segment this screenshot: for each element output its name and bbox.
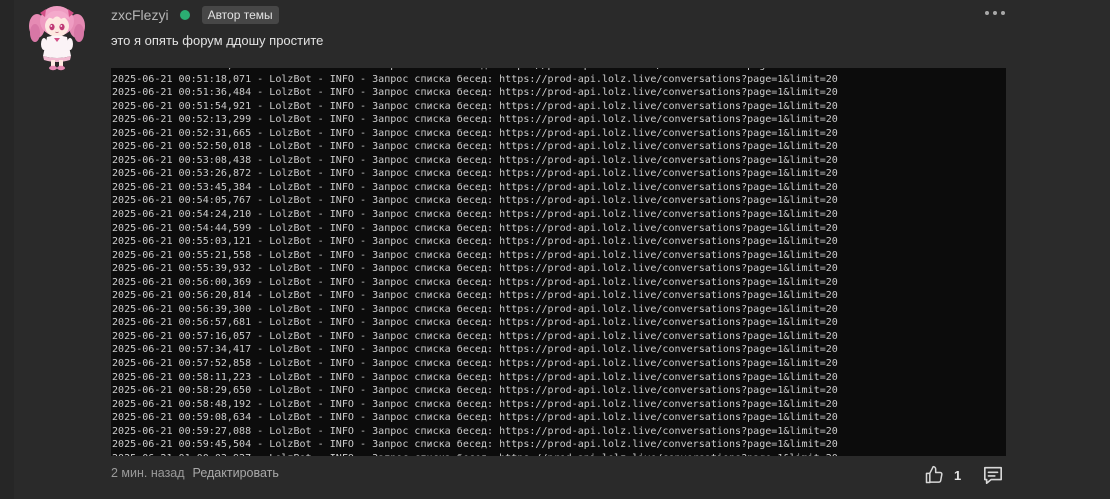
log-line: 2025-06-21 00:57:34,417 - LolzBot - INFO… (112, 344, 838, 356)
avatar[interactable] (26, 2, 88, 72)
log-line: 2025-06-21 00:50:59,628 - LolzBot - INFO… (112, 68, 838, 71)
log-line: 2025-06-21 00:54:05,767 - LolzBot - INFO… (112, 195, 838, 207)
post-header: zxcFlezyi Автор темы (111, 5, 279, 25)
log-line: 2025-06-21 00:53:08,438 - LolzBot - INFO… (112, 154, 838, 166)
log-line: 2025-06-21 00:59:45,504 - LolzBot - INFO… (112, 439, 838, 451)
log-line: 2025-06-21 00:58:29,650 - LolzBot - INFO… (112, 385, 838, 397)
log-line: 2025-06-21 00:56:57,681 - LolzBot - INFO… (112, 317, 838, 329)
edit-link[interactable]: Редактировать (193, 466, 279, 480)
author-badge: Автор темы (201, 6, 279, 24)
comment-icon[interactable] (982, 465, 1004, 485)
log-line: 2025-06-21 00:55:21,558 - LolzBot - INFO… (112, 249, 838, 261)
log-line: 2025-06-21 00:55:03,121 - LolzBot - INFO… (112, 236, 838, 248)
log-line: 2025-06-21 00:54:24,210 - LolzBot - INFO… (112, 209, 838, 221)
log-line: 2025-06-21 01:00:03,927 - LolzBot - INFO… (112, 453, 838, 456)
forum-post: zxcFlezyi Автор темы это я опять форум д… (0, 0, 1110, 499)
more-horizontal-icon-dot (985, 11, 989, 15)
post-footer: 2 мин. назад Редактировать (111, 466, 279, 480)
log-line: 2025-06-21 00:51:18,071 - LolzBot - INFO… (112, 73, 838, 85)
post-message: это я опять форум ддошу простите (111, 33, 324, 48)
page-right-edge (1030, 0, 1110, 499)
log-line: 2025-06-21 00:57:16,057 - LolzBot - INFO… (112, 330, 838, 342)
like-count: 1 (954, 467, 962, 483)
log-line: 2025-06-21 00:52:13,299 - LolzBot - INFO… (112, 114, 838, 126)
log-line: 2025-06-21 00:54:44,599 - LolzBot - INFO… (112, 222, 838, 234)
online-status-dot (179, 10, 190, 20)
log-line: 2025-06-21 00:56:00,369 - LolzBot - INFO… (112, 276, 838, 288)
log-line: 2025-06-21 00:51:36,484 - LolzBot - INFO… (112, 87, 838, 99)
log-line: 2025-06-21 00:57:52,858 - LolzBot - INFO… (112, 358, 838, 370)
username[interactable]: zxcFlezyi (111, 7, 169, 23)
log-lines: 2025-06-21 00:50:59,628 - LolzBot - INFO… (112, 68, 838, 456)
log-line: 2025-06-21 00:56:20,814 - LolzBot - INFO… (112, 290, 838, 302)
more-horizontal-icon-dot (1001, 11, 1005, 15)
log-line: 2025-06-21 00:59:27,088 - LolzBot - INFO… (112, 425, 838, 437)
log-line: 2025-06-21 00:53:45,384 - LolzBot - INFO… (112, 181, 838, 193)
like-button[interactable]: 1 (924, 465, 961, 485)
log-line: 2025-06-21 00:52:50,018 - LolzBot - INFO… (112, 141, 838, 153)
more-options-button[interactable] (985, 6, 1005, 20)
log-line: 2025-06-21 00:52:31,665 - LolzBot - INFO… (112, 127, 838, 139)
log-line: 2025-06-21 00:53:26,872 - LolzBot - INFO… (112, 168, 838, 180)
attached-log-screenshot[interactable]: 2025-06-21 00:50:59,628 - LolzBot - INFO… (111, 68, 1006, 456)
post-time[interactable]: 2 мин. назад (111, 466, 185, 480)
log-line: 2025-06-21 00:59:08,634 - LolzBot - INFO… (112, 412, 838, 424)
more-horizontal-icon-dot (993, 11, 997, 15)
log-line: 2025-06-21 00:58:48,192 - LolzBot - INFO… (112, 398, 838, 410)
log-line: 2025-06-21 00:56:39,300 - LolzBot - INFO… (112, 303, 838, 315)
log-line: 2025-06-21 00:51:54,921 - LolzBot - INFO… (112, 100, 838, 112)
log-line: 2025-06-21 00:55:39,932 - LolzBot - INFO… (112, 263, 838, 275)
page-left-edge (0, 0, 14, 499)
log-line: 2025-06-21 00:58:11,223 - LolzBot - INFO… (112, 371, 838, 383)
thumbs-up-icon (925, 465, 943, 484)
